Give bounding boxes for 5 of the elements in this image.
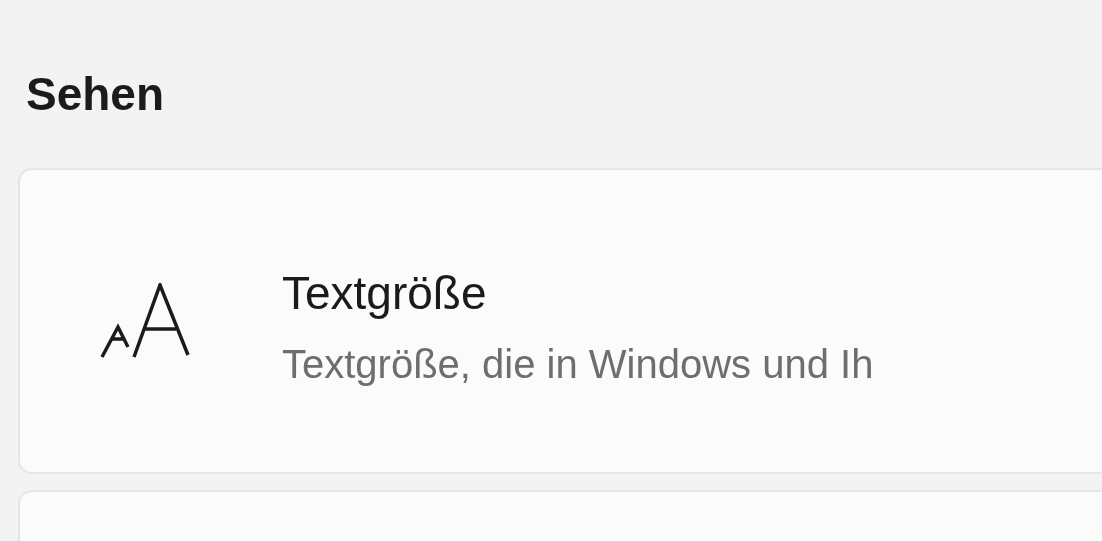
- settings-card[interactable]: Textgröße Textgröße, die in Windows und Ih: [18, 168, 1102, 474]
- section-heading: Sehen: [26, 67, 166, 122]
- setting-description: Textgröße, die in Windows und Ih: [282, 341, 874, 387]
- setting-title: Textgröße: [282, 265, 488, 320]
- text-size-icon: [100, 283, 192, 359]
